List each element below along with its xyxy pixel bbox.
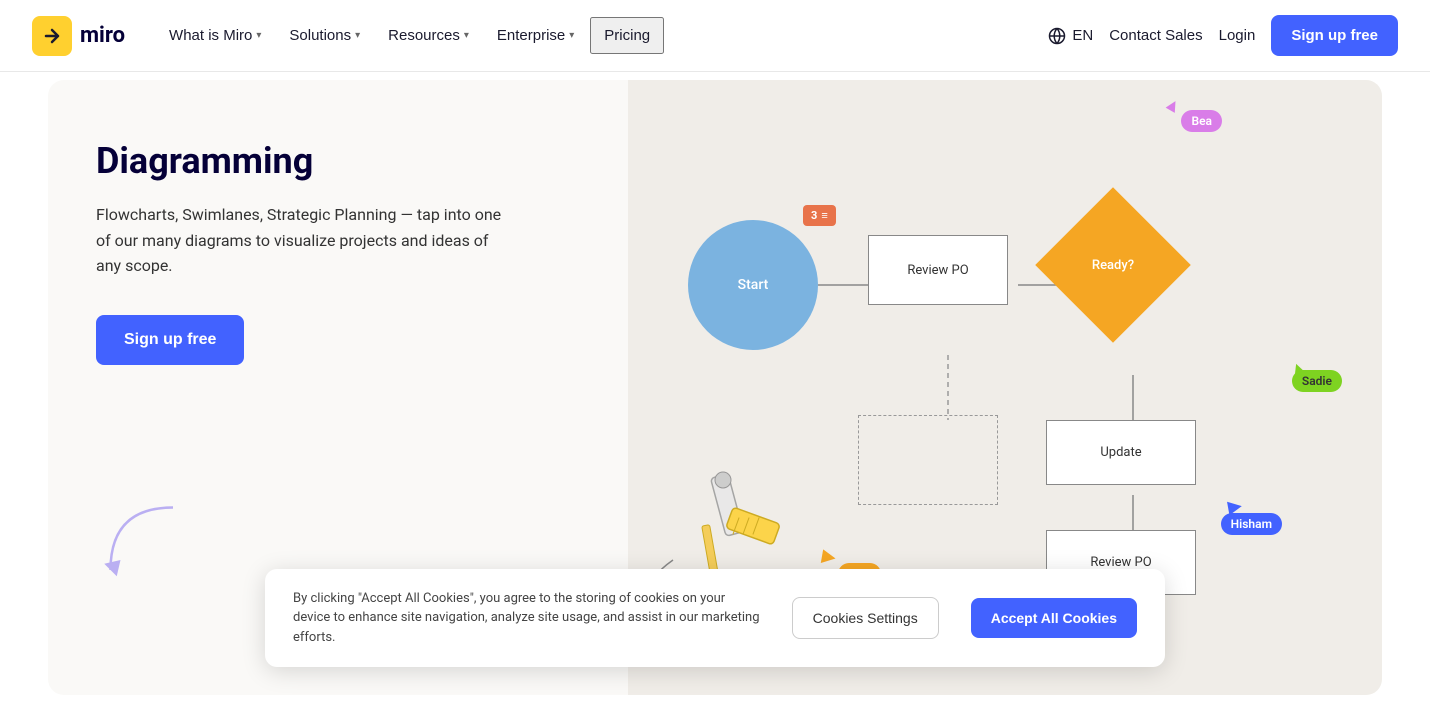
chevron-down-icon: ▾: [256, 30, 261, 41]
cookie-settings-button[interactable]: Cookies Settings: [792, 597, 939, 639]
nav-pricing[interactable]: Pricing: [590, 17, 664, 54]
cookie-text: By clicking "Accept All Cookies", you ag…: [293, 589, 760, 648]
header: miro What is Miro ▾ Solutions ▾ Resource…: [0, 0, 1430, 72]
chevron-down-icon: ▾: [355, 30, 360, 41]
nav-resources[interactable]: Resources ▾: [376, 19, 481, 52]
cursor-bea-label: Bea: [1181, 110, 1222, 132]
decorative-arrow: [98, 495, 198, 595]
language-button[interactable]: EN: [1048, 27, 1093, 45]
nav-what-is-miro[interactable]: What is Miro ▾: [157, 19, 273, 52]
diagram-review-po-1-node: Review PO: [868, 235, 1008, 305]
chevron-down-icon: ▾: [464, 30, 469, 41]
hero-cta-button[interactable]: Sign up free: [96, 315, 244, 365]
cursor-hisham-label: Hisham: [1221, 513, 1282, 535]
page-description: Flowcharts, Swimlanes, Strategic Plannin…: [96, 202, 516, 279]
cursor-sadie-label: Sadie: [1292, 370, 1342, 392]
main-nav: What is Miro ▾ Solutions ▾ Resources ▾ E…: [157, 17, 664, 54]
notification-badge: 3 ≡: [803, 205, 836, 226]
signup-button[interactable]: Sign up free: [1271, 15, 1398, 56]
logo-icon: [32, 16, 72, 56]
diagram-update-node: Update: [1046, 420, 1196, 485]
header-left: miro What is Miro ▾ Solutions ▾ Resource…: [32, 16, 664, 56]
cookie-banner: By clicking "Accept All Cookies", you ag…: [265, 569, 1165, 668]
page-title: Diagramming: [96, 140, 580, 182]
cookie-accept-button[interactable]: Accept All Cookies: [971, 598, 1137, 638]
nav-solutions[interactable]: Solutions ▾: [277, 19, 372, 52]
logo[interactable]: miro: [32, 16, 125, 56]
nav-enterprise[interactable]: Enterprise ▾: [485, 19, 586, 52]
login-button[interactable]: Login: [1219, 27, 1256, 44]
contact-sales-button[interactable]: Contact Sales: [1109, 27, 1202, 44]
diagram-start-node: Start: [688, 220, 818, 350]
header-right: EN Contact Sales Login Sign up free: [1048, 15, 1398, 56]
diagram-ready-label: Ready?: [1058, 210, 1168, 320]
cursor-mae-arrow: ▶: [820, 545, 837, 568]
chevron-down-icon: ▾: [569, 30, 574, 41]
logo-text: miro: [80, 23, 125, 48]
diagram-empty-box: [858, 415, 998, 505]
